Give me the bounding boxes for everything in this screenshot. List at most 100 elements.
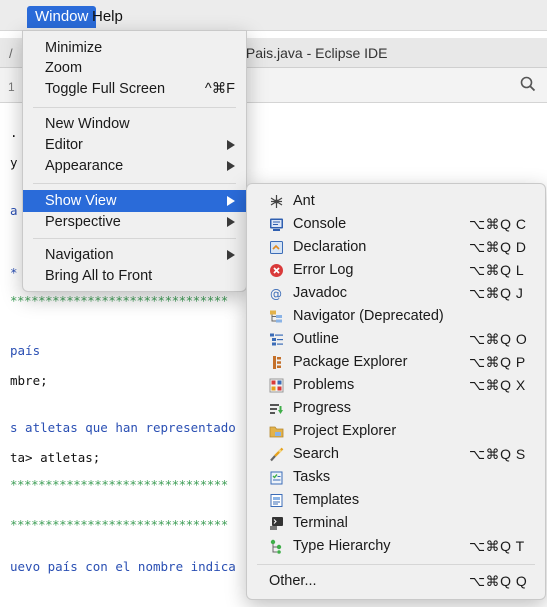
- navigator-icon: [269, 309, 284, 324]
- show-view-item-other[interactable]: Other... ⌥⌘Q Q: [247, 570, 545, 593]
- show-view-label: Ant: [293, 193, 315, 209]
- show-view-item-tasks[interactable]: Tasks: [247, 466, 545, 489]
- menu-item-shortcut: ^⌘F: [204, 81, 235, 97]
- window-title: /Pais.java - Eclipse IDE: [242, 45, 388, 61]
- code-line: país: [10, 343, 41, 358]
- menu-item-bring-all-to-front[interactable]: Bring All to Front: [23, 265, 246, 287]
- menu-item-navigation[interactable]: Navigation: [23, 244, 246, 266]
- menu-item-label: Appearance: [45, 158, 124, 174]
- show-view-item-type-hierarchy[interactable]: Type Hierarchy ⌥⌘Q T: [247, 535, 545, 558]
- show-view-shortcut: ⌥⌘Q L: [469, 262, 525, 278]
- show-view-label: Navigator (Deprecated): [293, 308, 444, 324]
- menu-separator: [33, 183, 236, 184]
- show-view-item-outline[interactable]: Outline ⌥⌘Q O: [247, 328, 545, 351]
- show-view-shortcut: ⌥⌘Q O: [469, 331, 528, 347]
- show-view-label: Project Explorer: [293, 423, 397, 439]
- menu-item-label: Navigation: [45, 247, 114, 263]
- show-view-shortcut: ⌥⌘Q X: [469, 377, 526, 393]
- show-view-shortcut: ⌥⌘Q T: [469, 538, 525, 554]
- show-view-label: Templates: [293, 492, 360, 508]
- menu-item-label: Show View: [45, 193, 117, 209]
- declaration-icon: [269, 240, 284, 255]
- show-view-shortcut: ⌥⌘Q J: [469, 285, 524, 301]
- menu-item-minimize[interactable]: Minimize: [23, 37, 246, 59]
- menu-item-label: Perspective: [45, 214, 121, 230]
- show-view-item-terminal[interactable]: Terminal: [247, 512, 545, 535]
- show-view-label: Search: [293, 446, 339, 462]
- window-menu: Minimize Zoom Toggle Full Screen ^⌘F New…: [22, 30, 247, 292]
- show-view-item-ant[interactable]: Ant: [247, 190, 545, 213]
- submenu-arrow-icon: [227, 140, 235, 150]
- show-view-shortcut: ⌥⌘Q P: [469, 354, 526, 370]
- code-line: *******************************: [10, 477, 228, 492]
- show-view-shortcut: ⌥⌘Q S: [469, 446, 526, 462]
- menu-item-new-window[interactable]: New Window: [23, 113, 246, 135]
- show-view-label: Console: [293, 216, 347, 232]
- code-line: *******************************: [10, 293, 228, 308]
- show-view-item-package-explorer[interactable]: Package Explorer ⌥⌘Q P: [247, 351, 545, 374]
- show-view-label: Terminal: [293, 515, 348, 531]
- templates-icon: [269, 493, 284, 508]
- search-icon[interactable]: [520, 76, 536, 97]
- code-line: y: [10, 155, 18, 170]
- show-view-label: Tasks: [293, 469, 331, 485]
- menu-separator: [257, 564, 535, 565]
- toolbar-left-fragment: 1: [8, 80, 15, 94]
- submenu-arrow-icon: [227, 196, 235, 206]
- show-view-label: Problems: [293, 377, 355, 393]
- show-view-label: Declaration: [293, 239, 367, 255]
- progress-icon: [269, 401, 284, 416]
- package-explorer-icon: [269, 355, 284, 370]
- svg-text:@: @: [270, 287, 282, 301]
- menu-separator: [33, 238, 236, 239]
- show-view-item-javadoc[interactable]: @ Javadoc ⌥⌘Q J: [247, 282, 545, 305]
- menu-separator: [33, 107, 236, 108]
- show-view-item-search[interactable]: Search ⌥⌘Q S: [247, 443, 545, 466]
- code-line: a: [10, 203, 18, 218]
- titlebar-left-fragment: /: [9, 46, 13, 61]
- show-view-item-navigator[interactable]: Navigator (Deprecated): [247, 305, 545, 328]
- menu-item-label: Bring All to Front: [45, 268, 153, 284]
- code-line: *******************************: [10, 517, 228, 532]
- show-view-item-progress[interactable]: Progress: [247, 397, 545, 420]
- show-view-item-error-log[interactable]: Error Log ⌥⌘Q L: [247, 259, 545, 282]
- menu-item-editor[interactable]: Editor: [23, 134, 246, 156]
- show-view-item-console[interactable]: Console ⌥⌘Q C: [247, 213, 545, 236]
- show-view-label: Javadoc: [293, 285, 348, 301]
- menu-item-show-view[interactable]: Show View: [23, 190, 246, 212]
- submenu-arrow-icon: [227, 250, 235, 260]
- show-view-item-declaration[interactable]: Declaration ⌥⌘Q D: [247, 236, 545, 259]
- javadoc-icon: @: [269, 286, 284, 301]
- menu-item-label: Minimize: [45, 40, 103, 56]
- code-line: *: [10, 265, 18, 280]
- menu-item-perspective[interactable]: Perspective: [23, 211, 246, 233]
- show-view-label: Outline: [293, 331, 339, 347]
- show-view-label: Error Log: [293, 262, 354, 278]
- show-view-label: Progress: [293, 400, 352, 416]
- console-icon: [269, 217, 284, 232]
- terminal-icon: [269, 516, 284, 531]
- show-view-item-project-explorer[interactable]: Project Explorer: [247, 420, 545, 443]
- menu-item-label: Editor: [45, 137, 83, 153]
- search-view-icon: [269, 447, 284, 462]
- menu-item-appearance[interactable]: Appearance: [23, 155, 246, 177]
- show-view-label: Other...: [269, 573, 317, 589]
- show-view-item-templates[interactable]: Templates: [247, 489, 545, 512]
- show-view-item-problems[interactable]: Problems ⌥⌘Q X: [247, 374, 545, 397]
- menubar-help[interactable]: Help: [84, 6, 131, 28]
- error-log-icon: [269, 263, 284, 278]
- submenu-arrow-icon: [227, 217, 235, 227]
- code-line: .: [10, 125, 18, 140]
- show-view-label: Package Explorer: [293, 354, 408, 370]
- menu-item-label: New Window: [45, 116, 130, 132]
- menu-item-toggle-full-screen[interactable]: Toggle Full Screen ^⌘F: [23, 78, 246, 100]
- code-line: s atletas que han representado: [10, 420, 236, 435]
- show-view-label: Type Hierarchy: [293, 538, 391, 554]
- menu-item-label: Toggle Full Screen: [45, 81, 166, 97]
- submenu-arrow-icon: [227, 161, 235, 171]
- show-view-shortcut: ⌥⌘Q Q: [469, 573, 528, 589]
- show-view-shortcut: ⌥⌘Q C: [469, 216, 527, 232]
- menu-item-zoom[interactable]: Zoom: [23, 57, 246, 79]
- tasks-icon: [269, 470, 284, 485]
- show-view-shortcut: ⌥⌘Q D: [469, 239, 527, 255]
